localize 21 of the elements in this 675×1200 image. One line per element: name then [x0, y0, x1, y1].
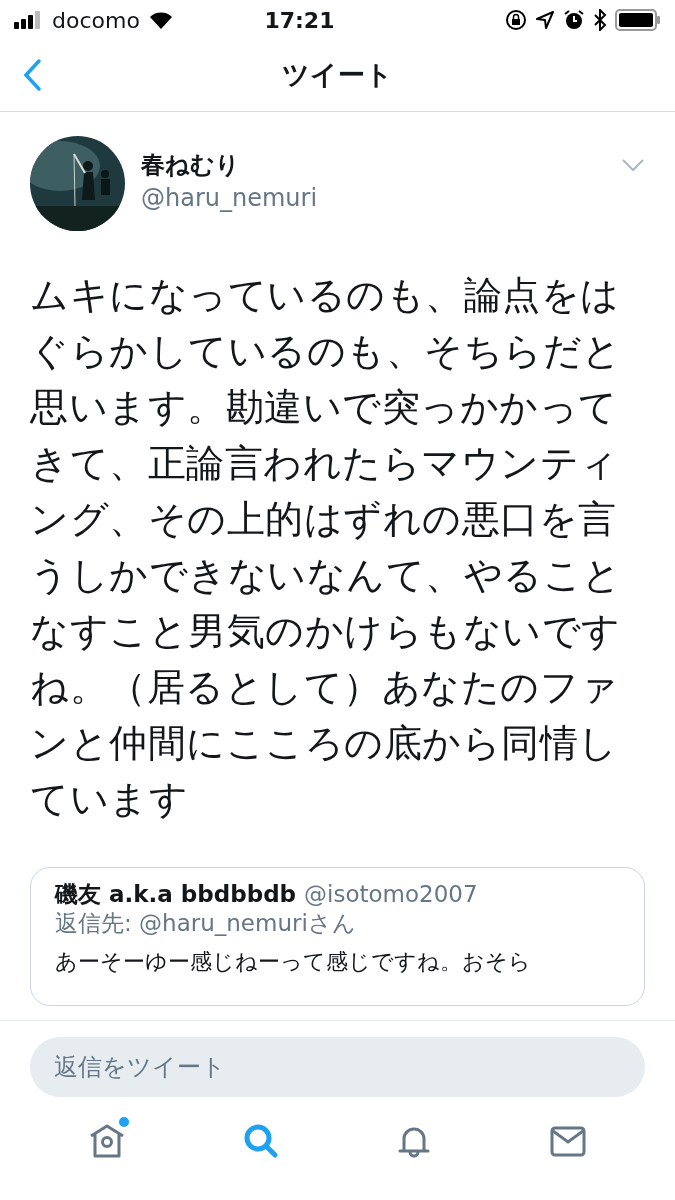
- quoted-tweet-text: あーそーゆー感じねーって感じですね。おそら: [55, 947, 532, 975]
- quoted-tweet-card[interactable]: 磯友 a.k.a bbdbbdb @isotomo2007 返信先: @haru_nemuri さん あーそーゆー感じねーって感じですね。おそら: [30, 867, 645, 1006]
- author-handle: @haru_nemuri: [141, 182, 319, 214]
- reply-to-line: 返信先: @haru_nemuri さん: [55, 908, 357, 938]
- rotation-lock-icon: [505, 9, 527, 31]
- location-arrow-icon: [535, 10, 555, 30]
- back-chevron-icon: [22, 58, 42, 92]
- alarm-clock-icon: [563, 9, 585, 31]
- carrier-name: docomo: [52, 6, 140, 35]
- wifi-icon: [147, 10, 174, 30]
- clock-time: 17:21: [264, 6, 335, 35]
- tweet-text: ムキになっているのも、論点をはぐらかしているのも、そちらだと思います。勘違いで突っかかってきて、正論言われたらマウンティング、その上的はずれの悪口を言うしかできないなんて、やることなすこと男気のかけらもないですね。（居るとして）あなたのファンと仲間にこころの底から同情しています: [30, 272, 623, 823]
- screen-title: ツイート: [282, 58, 393, 93]
- battery-icon: [615, 9, 661, 31]
- author-name: 春ねむり: [141, 151, 241, 180]
- back-button[interactable]: [22, 58, 42, 92]
- reply-field[interactable]: 返信をツイート: [30, 1037, 645, 1097]
- quoted-author-name: 磯友 a.k.a bbdbbdb: [55, 880, 297, 909]
- chevron-down-icon: [621, 157, 645, 172]
- quoted-author-handle: @isotomo2007: [304, 880, 478, 909]
- bluetooth-icon: [593, 9, 607, 31]
